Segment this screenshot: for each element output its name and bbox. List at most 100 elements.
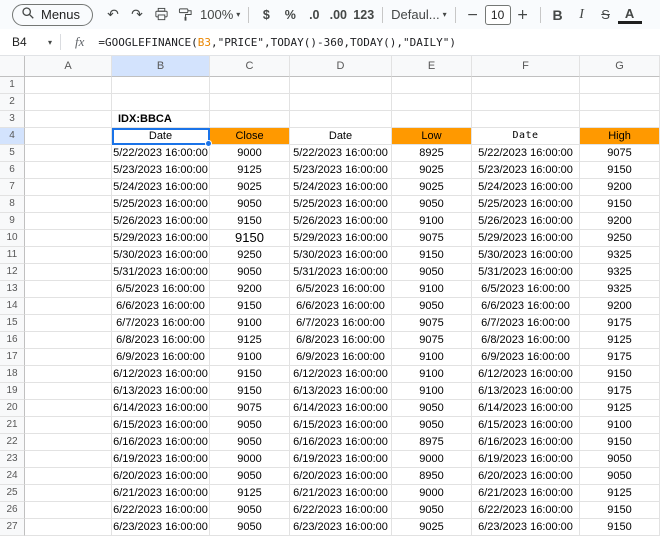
- fill-handle[interactable]: [205, 140, 212, 147]
- decrease-decimal-button[interactable]: .0: [302, 3, 326, 27]
- cell-A20[interactable]: [25, 400, 112, 417]
- cell-A13[interactable]: [25, 281, 112, 298]
- cell-G21[interactable]: 9100: [580, 417, 660, 434]
- format-currency-button[interactable]: $: [254, 3, 278, 27]
- cell-C7[interactable]: 9025: [210, 179, 290, 196]
- row-header-3[interactable]: 3: [0, 111, 25, 128]
- cell-B16[interactable]: 6/8/2023 16:00:00: [112, 332, 210, 349]
- cell-E8[interactable]: 9050: [392, 196, 472, 213]
- row-header-14[interactable]: 14: [0, 298, 25, 315]
- cell-C12[interactable]: 9050: [210, 264, 290, 281]
- cell-C11[interactable]: 9250: [210, 247, 290, 264]
- cell-B1[interactable]: [112, 77, 210, 94]
- cell-G12[interactable]: 9325: [580, 264, 660, 281]
- row-header-17[interactable]: 17: [0, 349, 25, 366]
- cell-F6[interactable]: 5/23/2023 16:00:00: [472, 162, 580, 179]
- text-color-button[interactable]: A: [618, 6, 642, 24]
- cell-C5[interactable]: 9000: [210, 145, 290, 162]
- cell-E9[interactable]: 9100: [392, 213, 472, 230]
- cell-B7[interactable]: 5/24/2023 16:00:00: [112, 179, 210, 196]
- cell-F1[interactable]: [472, 77, 580, 94]
- print-button[interactable]: [149, 3, 173, 27]
- cell-G15[interactable]: 9175: [580, 315, 660, 332]
- cell-E5[interactable]: 8925: [392, 145, 472, 162]
- cell-C13[interactable]: 9200: [210, 281, 290, 298]
- cell-F22[interactable]: 6/16/2023 16:00:00: [472, 434, 580, 451]
- column-header-B[interactable]: B: [112, 56, 210, 77]
- cell-B5[interactable]: 5/22/2023 16:00:00: [112, 145, 210, 162]
- column-header-F[interactable]: F: [472, 56, 580, 77]
- cell-E3[interactable]: [392, 111, 472, 128]
- row-header-7[interactable]: 7: [0, 179, 25, 196]
- cell-F18[interactable]: 6/12/2023 16:00:00: [472, 366, 580, 383]
- row-header-16[interactable]: 16: [0, 332, 25, 349]
- cell-A10[interactable]: [25, 230, 112, 247]
- cell-A1[interactable]: [25, 77, 112, 94]
- cell-B24[interactable]: 6/20/2023 16:00:00: [112, 468, 210, 485]
- column-header-C[interactable]: C: [210, 56, 290, 77]
- cell-F8[interactable]: 5/25/2023 16:00:00: [472, 196, 580, 213]
- row-header-24[interactable]: 24: [0, 468, 25, 485]
- row-header-11[interactable]: 11: [0, 247, 25, 264]
- column-header-G[interactable]: G: [580, 56, 660, 77]
- row-header-12[interactable]: 12: [0, 264, 25, 281]
- cell-E21[interactable]: 9050: [392, 417, 472, 434]
- column-header-A[interactable]: A: [25, 56, 112, 77]
- cell-F7[interactable]: 5/24/2023 16:00:00: [472, 179, 580, 196]
- redo-button[interactable]: ↷: [125, 3, 149, 27]
- cell-F16[interactable]: 6/8/2023 16:00:00: [472, 332, 580, 349]
- cell-D15[interactable]: 6/7/2023 16:00:00: [290, 315, 392, 332]
- cell-G23[interactable]: 9050: [580, 451, 660, 468]
- cell-G4[interactable]: High: [580, 128, 660, 145]
- cell-G14[interactable]: 9200: [580, 298, 660, 315]
- cell-A7[interactable]: [25, 179, 112, 196]
- cell-F23[interactable]: 6/19/2023 16:00:00: [472, 451, 580, 468]
- cell-A26[interactable]: [25, 502, 112, 519]
- column-header-E[interactable]: E: [392, 56, 472, 77]
- cell-A27[interactable]: [25, 519, 112, 536]
- cell-G6[interactable]: 9150: [580, 162, 660, 179]
- cell-F21[interactable]: 6/15/2023 16:00:00: [472, 417, 580, 434]
- font-size-input[interactable]: 10: [485, 5, 511, 25]
- paint-format-button[interactable]: [173, 3, 197, 27]
- increase-decimal-button[interactable]: .00: [326, 3, 350, 27]
- cell-B17[interactable]: 6/9/2023 16:00:00: [112, 349, 210, 366]
- cell-G27[interactable]: 9150: [580, 519, 660, 536]
- cell-C2[interactable]: [210, 94, 290, 111]
- cell-E11[interactable]: 9150: [392, 247, 472, 264]
- name-box[interactable]: B4 ▾: [0, 35, 58, 49]
- cell-E2[interactable]: [392, 94, 472, 111]
- cell-A25[interactable]: [25, 485, 112, 502]
- cell-B20[interactable]: 6/14/2023 16:00:00: [112, 400, 210, 417]
- cell-F17[interactable]: 6/9/2023 16:00:00: [472, 349, 580, 366]
- cell-F4[interactable]: Date: [472, 128, 580, 145]
- cell-B13[interactable]: 6/5/2023 16:00:00: [112, 281, 210, 298]
- cell-D20[interactable]: 6/14/2023 16:00:00: [290, 400, 392, 417]
- cell-A23[interactable]: [25, 451, 112, 468]
- cell-E14[interactable]: 9050: [392, 298, 472, 315]
- cell-E23[interactable]: 9000: [392, 451, 472, 468]
- cell-G10[interactable]: 9250: [580, 230, 660, 247]
- cell-D13[interactable]: 6/5/2023 16:00:00: [290, 281, 392, 298]
- cell-B23[interactable]: 6/19/2023 16:00:00: [112, 451, 210, 468]
- cell-D25[interactable]: 6/21/2023 16:00:00: [290, 485, 392, 502]
- cell-G11[interactable]: 9325: [580, 247, 660, 264]
- cell-E13[interactable]: 9100: [392, 281, 472, 298]
- cell-A17[interactable]: [25, 349, 112, 366]
- format-percent-button[interactable]: %: [278, 3, 302, 27]
- row-header-8[interactable]: 8: [0, 196, 25, 213]
- cell-E27[interactable]: 9025: [392, 519, 472, 536]
- row-header-6[interactable]: 6: [0, 162, 25, 179]
- cell-G25[interactable]: 9125: [580, 485, 660, 502]
- cell-G8[interactable]: 9150: [580, 196, 660, 213]
- row-header-13[interactable]: 13: [0, 281, 25, 298]
- cell-D8[interactable]: 5/25/2023 16:00:00: [290, 196, 392, 213]
- cell-A21[interactable]: [25, 417, 112, 434]
- cell-G3[interactable]: [580, 111, 660, 128]
- cell-D27[interactable]: 6/23/2023 16:00:00: [290, 519, 392, 536]
- cell-D21[interactable]: 6/15/2023 16:00:00: [290, 417, 392, 434]
- cell-E6[interactable]: 9025: [392, 162, 472, 179]
- cell-E22[interactable]: 8975: [392, 434, 472, 451]
- cell-D17[interactable]: 6/9/2023 16:00:00: [290, 349, 392, 366]
- cell-G26[interactable]: 9150: [580, 502, 660, 519]
